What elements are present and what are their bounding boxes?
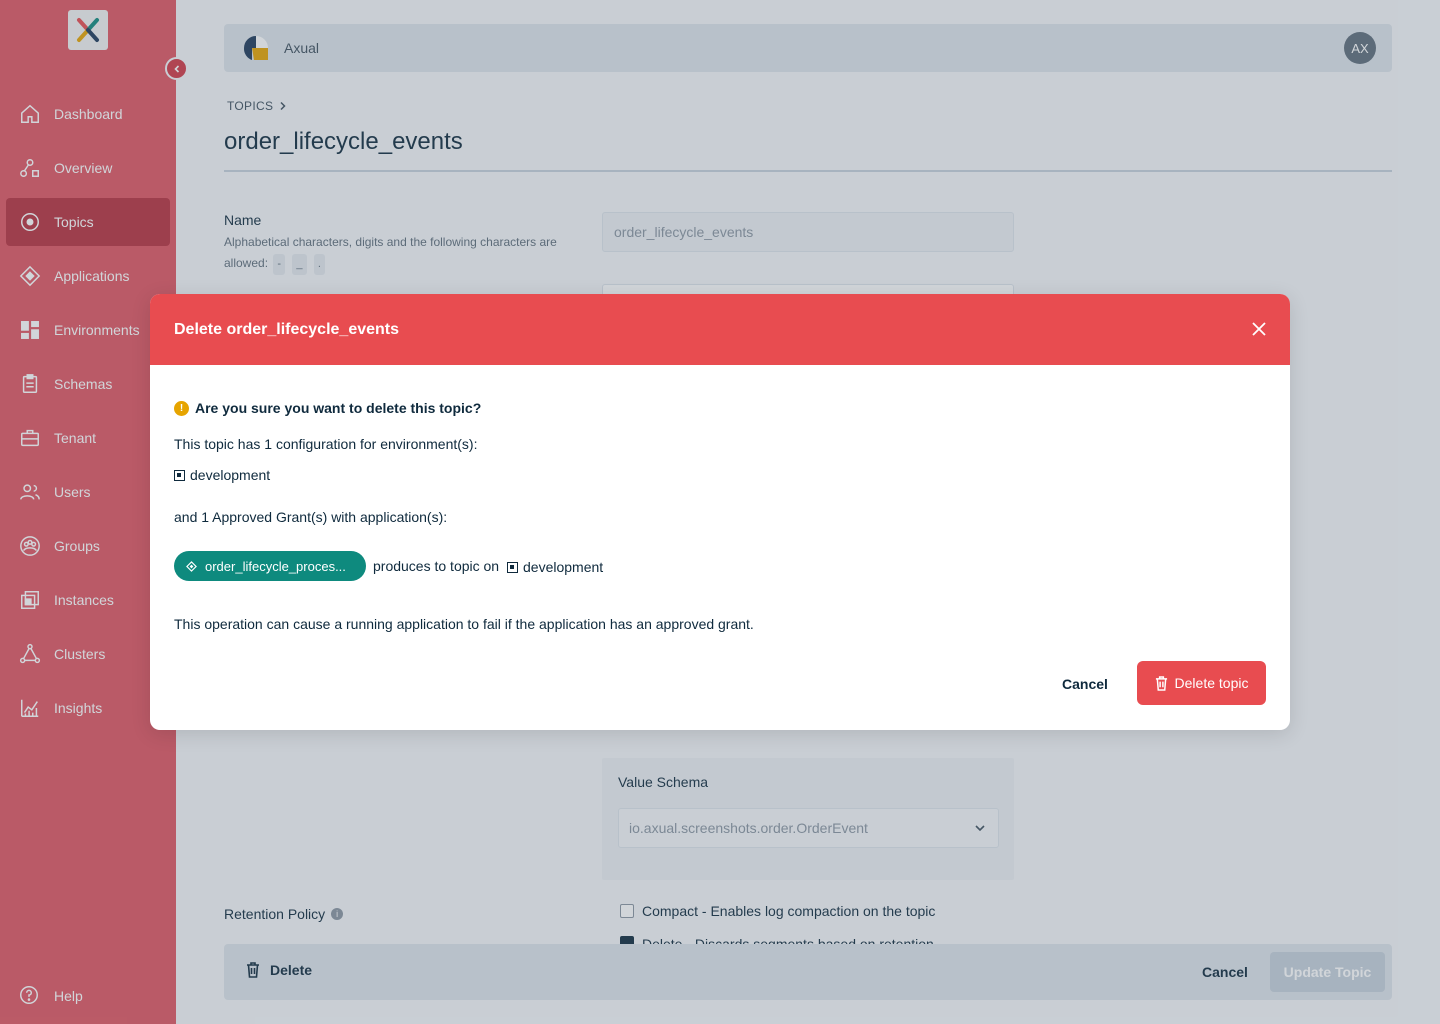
delete-topic-dialog: Delete order_lifecycle_events ! Are you … <box>150 294 1290 730</box>
application-name: order_lifecycle_proces... <box>205 558 346 574</box>
application-chip[interactable]: order_lifecycle_proces... <box>174 551 366 581</box>
question-text: Are you sure you want to delete this top… <box>195 400 482 416</box>
grants-text: and 1 Approved Grant(s) with application… <box>174 509 448 525</box>
environment-icon <box>174 469 185 481</box>
application-icon <box>186 560 197 572</box>
confirm-delete-button[interactable]: Delete topic <box>1137 661 1266 705</box>
warning-icon: ! <box>174 400 189 416</box>
grant-environment-tag: development <box>507 559 603 575</box>
confirmation-question: ! Are you sure you want to delete this t… <box>174 400 481 416</box>
environment-name: development <box>190 467 271 483</box>
environment-tag: development <box>174 467 270 483</box>
dialog-header: Delete order_lifecycle_events <box>150 294 1290 365</box>
environment-icon <box>507 561 518 573</box>
produces-text: produces to topic on <box>373 558 500 574</box>
config-text: This topic has 1 configuration for envir… <box>174 436 478 452</box>
confirm-delete-label: Delete topic <box>1174 675 1249 691</box>
close-icon[interactable] <box>1250 320 1268 338</box>
warning-text: This operation can cause a running appli… <box>174 616 754 632</box>
environment-name: development <box>523 559 604 575</box>
dialog-title: Delete order_lifecycle_events <box>174 320 400 338</box>
trash-icon <box>1155 675 1167 691</box>
dialog-cancel-button[interactable]: Cancel <box>1062 676 1108 692</box>
